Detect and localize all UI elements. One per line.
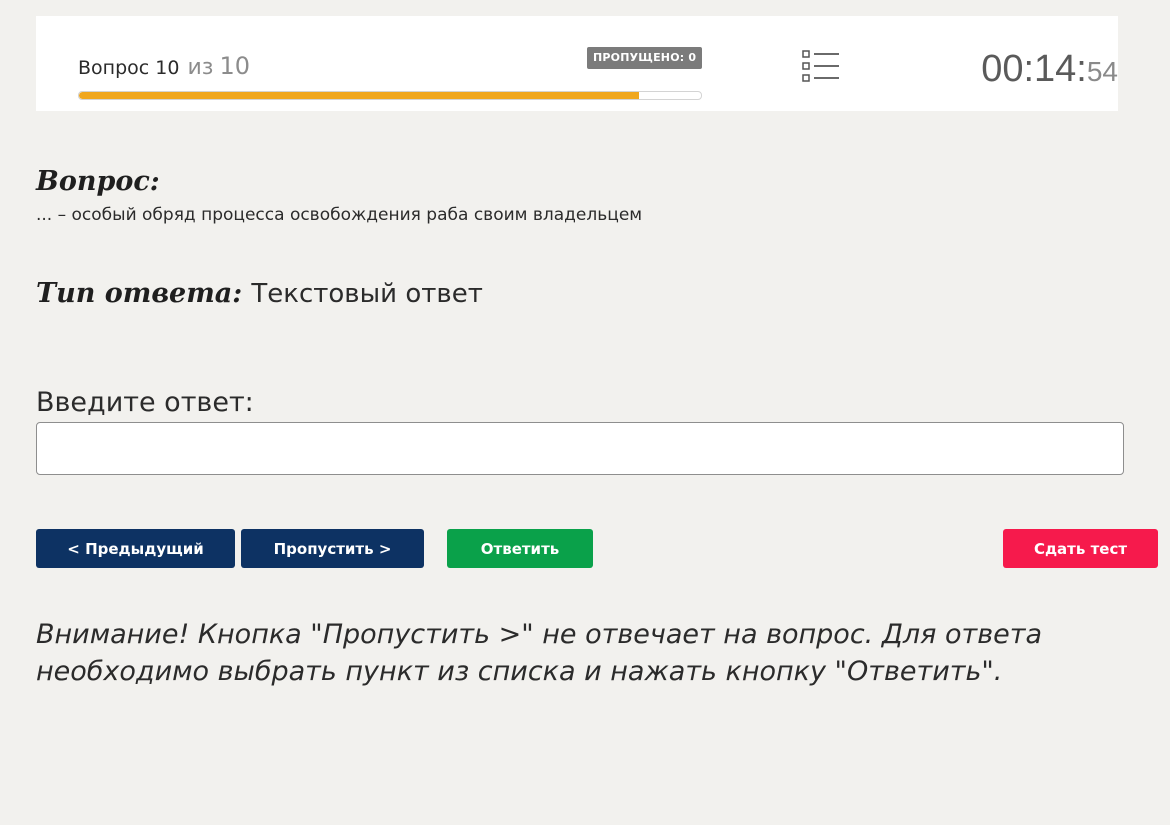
answer-button[interactable]: Ответить (447, 529, 593, 568)
progress-bar (78, 91, 702, 100)
question-heading: Вопрос: (36, 166, 160, 197)
notice-text: Внимание! Кнопка "Пропустить >" не отвеч… (36, 619, 1043, 687)
question-total: 10 (219, 52, 251, 80)
answer-type-value: Текстовый ответ (251, 279, 483, 309)
question-counter: Вопрос 10 из 10 (78, 52, 250, 80)
countdown-timer: 00:14:54 (938, 48, 1118, 91)
answer-field-label: Введите ответ: (36, 387, 254, 418)
answer-input[interactable] (36, 422, 1124, 475)
question-of-label: из (187, 55, 214, 80)
timer-seconds: 54 (1086, 56, 1118, 87)
submit-test-button[interactable]: Сдать тест (1003, 529, 1158, 568)
question-number: Вопрос 10 (78, 57, 180, 79)
test-header: Вопрос 10 из 10 ПРОПУЩЕНО: 0 00:14:54 (36, 16, 1118, 111)
question-list-icon[interactable] (802, 50, 840, 84)
answer-type: Тип ответа: Текстовый ответ (36, 278, 483, 309)
previous-button[interactable]: < Предыдущий (36, 529, 235, 568)
skipped-count-badge: ПРОПУЩЕНО: 0 (587, 47, 703, 69)
question-text: ... – особый обряд процесса освобождения… (36, 205, 643, 225)
timer-hours-minutes: 00:14: (981, 48, 1087, 90)
progress-bar-fill (79, 92, 639, 99)
skip-button[interactable]: Пропустить > (241, 529, 424, 568)
answer-type-label: Тип ответа: (36, 278, 243, 309)
